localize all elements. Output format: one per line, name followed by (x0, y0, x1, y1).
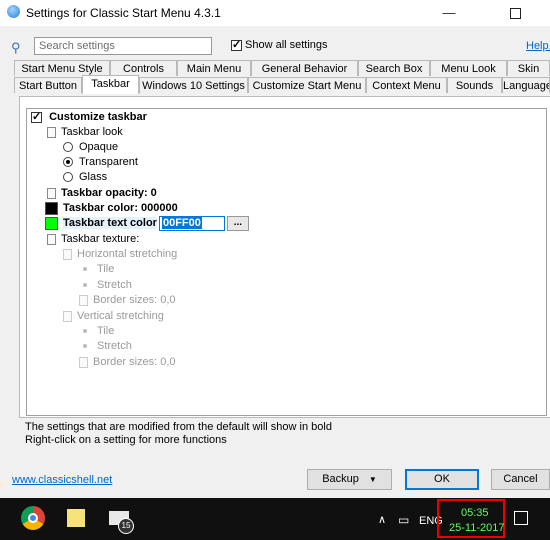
h-border-sizes: Border sizes: 0,0 (79, 293, 176, 308)
minimize-button[interactable]: — (426, 0, 472, 26)
action-center-icon[interactable] (514, 511, 528, 525)
show-all-label: Show all settings (245, 39, 328, 51)
transparent-radio[interactable] (63, 157, 73, 168)
glass-label: Glass (79, 171, 108, 183)
v-tile-label: Tile (97, 325, 115, 337)
h-border-sizes-label: Border sizes: 0,0 (93, 294, 176, 306)
taskbar-text-color-setting[interactable]: Taskbar text color 00FF00... (45, 216, 249, 231)
h-tile-option: Tile (79, 262, 114, 277)
tab-menu-look[interactable]: Menu Look (430, 60, 507, 76)
website-link[interactable]: www.classicshell.net (12, 474, 112, 486)
help-link[interactable]: Help... (526, 40, 550, 52)
horizontal-stretching-label: Horizontal stretching (77, 248, 178, 260)
tab-skin[interactable]: Skin (507, 60, 550, 76)
mail-badge: 15 (118, 518, 134, 534)
tab-customize-start-menu[interactable]: Customize Start Menu (248, 77, 366, 93)
dropdown-caret-icon: ▼ (368, 475, 377, 484)
text-color-input[interactable]: 00FF00 (158, 216, 225, 231)
taskbar-opacity-label: Taskbar opacity: 0 (61, 187, 157, 199)
chrome-icon[interactable] (21, 506, 45, 530)
bullet-icon (83, 283, 87, 288)
taskbar-look-label: Taskbar look (61, 126, 123, 138)
h-tile-label: Tile (97, 263, 115, 275)
tab-windows10-settings[interactable]: Windows 10 Settings (139, 77, 248, 93)
tab-search-box[interactable]: Search Box (358, 60, 430, 76)
search-icon: ⚲ (11, 40, 21, 55)
clock-time[interactable]: 05:35 (461, 507, 489, 519)
setting-doc-icon (47, 233, 56, 245)
sticky-notes-icon[interactable] (67, 509, 85, 527)
maximize-button[interactable] (492, 0, 538, 26)
taskbar-color-label: Taskbar color: 000000 (63, 202, 178, 214)
transparent-label: Transparent (79, 156, 138, 168)
taskbar-texture-label: Taskbar texture: (61, 233, 140, 245)
browse-color-button[interactable]: ... (226, 216, 249, 231)
bullet-icon (83, 344, 87, 349)
tab-context-menu[interactable]: Context Menu (366, 77, 447, 93)
setting-doc-icon (79, 356, 88, 368)
taskbar-color-swatch (45, 201, 58, 215)
opaque-radio[interactable] (63, 142, 73, 153)
tab-controls[interactable]: Controls (110, 60, 177, 76)
taskbar-color-setting[interactable]: Taskbar color: 000000 (45, 201, 178, 216)
tray-expand-icon[interactable]: ∧ (378, 513, 386, 526)
setting-doc-icon (63, 310, 72, 322)
v-border-sizes: Border sizes: 0,0 (79, 355, 176, 370)
v-stretch-option: Stretch (79, 339, 132, 354)
network-icon[interactable]: ▭ (398, 513, 409, 527)
v-stretch-label: Stretch (97, 340, 132, 352)
backup-button[interactable]: Backup ▼ (307, 469, 392, 490)
h-stretch-label: Stretch (97, 279, 132, 291)
setting-doc-icon (47, 126, 56, 138)
taskbar-text-color-label: Taskbar text color (63, 217, 157, 230)
tab-start-menu-style[interactable]: Start Menu Style (14, 60, 110, 76)
setting-doc-icon (47, 187, 56, 199)
text-color-swatch (45, 217, 58, 230)
text-color-value: 00FF00 (161, 217, 202, 229)
vertical-stretching-label: Vertical stretching (77, 310, 164, 322)
backup-label: Backup (322, 473, 359, 485)
info-modified-bold: The settings that are modified from the … (25, 421, 332, 433)
show-all-settings[interactable]: Show all settings (231, 38, 328, 51)
clock-date[interactable]: 25-11-2017 (449, 522, 504, 534)
customize-taskbar-label: Customize taskbar (49, 111, 147, 123)
horizontal-stretching-setting: Horizontal stretching (63, 247, 177, 262)
tab-general-behavior[interactable]: General Behavior (251, 60, 358, 76)
tab-language[interactable]: Language (502, 77, 550, 93)
bullet-icon (83, 267, 87, 272)
minimize-icon: — (442, 5, 456, 20)
taskbar-look-setting[interactable]: Taskbar look (47, 125, 123, 140)
glass-radio[interactable] (63, 172, 73, 183)
h-stretch-option: Stretch (79, 278, 132, 293)
tab-taskbar[interactable]: Taskbar (82, 75, 139, 94)
customize-taskbar-setting[interactable]: Customize taskbar (31, 110, 147, 125)
tab-sounds[interactable]: Sounds (447, 77, 502, 93)
taskbar-texture-setting[interactable]: Taskbar texture: (47, 232, 139, 247)
opaque-option[interactable]: Opaque (63, 140, 118, 155)
settings-tree: Customize taskbar Taskbar look Opaque Tr… (26, 108, 547, 416)
setting-doc-icon (79, 294, 88, 306)
show-all-checkbox[interactable] (231, 38, 242, 51)
opaque-label: Opaque (79, 141, 119, 153)
tab-main-menu[interactable]: Main Menu (177, 60, 251, 76)
window-title: Settings for Classic Start Menu 4.3.1 (26, 6, 221, 20)
cancel-button[interactable]: Cancel (491, 469, 550, 490)
maximize-icon (509, 8, 521, 19)
title-bar: Settings for Classic Start Menu 4.3.1 — (0, 0, 550, 26)
vertical-stretching-setting: Vertical stretching (63, 309, 164, 324)
app-shell-icon (7, 5, 20, 18)
info-right-click: Right-click on a setting for more functi… (25, 434, 227, 446)
v-border-sizes-label: Border sizes: 0,0 (93, 356, 176, 368)
setting-doc-icon (63, 248, 72, 260)
ok-button[interactable]: OK (405, 469, 479, 490)
taskbar-opacity-setting[interactable]: Taskbar opacity: 0 (47, 186, 157, 201)
transparent-option[interactable]: Transparent (63, 155, 138, 170)
tab-start-button[interactable]: Start Button (14, 77, 82, 93)
bullet-icon (83, 329, 87, 334)
customize-taskbar-checkbox[interactable] (31, 110, 42, 125)
glass-option[interactable]: Glass (63, 170, 107, 185)
v-tile-option: Tile (79, 324, 114, 339)
search-input[interactable] (34, 37, 212, 55)
